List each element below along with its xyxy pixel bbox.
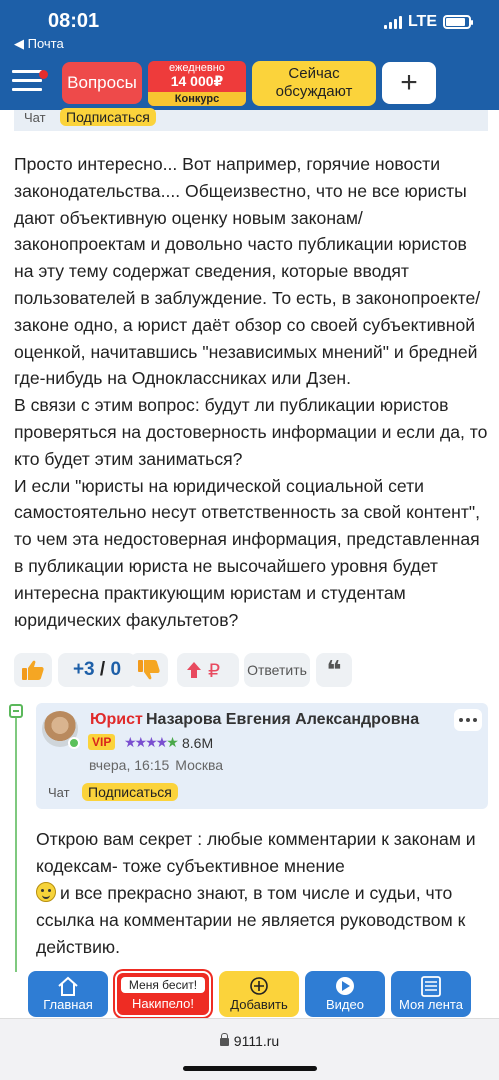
url-text: 9111.ru	[233, 1033, 280, 1049]
more-options-icon[interactable]	[454, 709, 482, 731]
question-body: Просто интересно... Вот например, горячи…	[14, 151, 490, 633]
nav-annoyed-bottom: Накипело!	[132, 996, 194, 1011]
nav-annoyed[interactable]: Меня бесит! Накипело!	[115, 971, 211, 1017]
status-icons: LTE	[383, 13, 473, 31]
comment-body: Открою вам секрет : любые комментарии к …	[36, 826, 496, 961]
nav-video[interactable]: Видео	[305, 971, 385, 1017]
vote-minus-count: 0	[110, 659, 122, 680]
svg-text:₽: ₽	[208, 660, 220, 680]
nav-home-label: Главная	[43, 997, 93, 1012]
nav-add-label: Добавить	[230, 997, 288, 1012]
clock: 08:01	[48, 10, 100, 32]
question-paragraph: Просто интересно... Вот например, горячи…	[14, 154, 481, 389]
status-bar: 08:01 ◀ Почта LTE	[0, 0, 499, 56]
menu-icon[interactable]	[12, 70, 42, 94]
home-indicator	[183, 1066, 317, 1071]
thumbs-down-icon	[138, 660, 160, 680]
comment-text-part2: и все прекрасно знают, в том числе и суд…	[36, 883, 466, 957]
half-star: ★	[166, 734, 178, 750]
promote-ruble-icon: ₽	[187, 660, 220, 680]
subscribe-button[interactable]: Подписаться	[82, 783, 178, 801]
reply-label: Ответить	[247, 662, 307, 678]
rating-stars-icon: ★★★★★	[124, 734, 179, 751]
vote-separator: /	[99, 659, 106, 680]
contest-banner[interactable]: ежедневно 14 000₽ Конкурс	[148, 61, 246, 106]
network-type: LTE	[407, 13, 437, 30]
collapse-thread-icon[interactable]	[9, 704, 23, 718]
battery-icon	[443, 15, 473, 29]
vote-bar: +3 / 0 ₽ Ответить ❝	[14, 653, 490, 687]
discussing-now-button[interactable]: Сейчас обсуждают	[252, 61, 376, 106]
feed-icon	[421, 976, 441, 997]
quote-icon: ❝	[326, 654, 342, 685]
contest-amount: 14 000₽	[170, 73, 224, 89]
nav-video-label: Видео	[326, 997, 364, 1012]
question-paragraph: В связи с этим вопрос: будут ли публикац…	[14, 395, 488, 469]
comment-author-card: Юрист Назарова Евгения Александровна VIP…	[36, 703, 488, 809]
chat-link[interactable]: Чат	[48, 785, 70, 800]
author-name[interactable]: Назарова Евгения Александровна	[146, 711, 419, 729]
online-status-icon	[68, 737, 80, 749]
comment-author-actions: Чат Подписаться	[36, 779, 488, 809]
quote-button[interactable]: ❝	[316, 653, 352, 687]
back-to-mail-link[interactable]: ◀ Почта	[14, 36, 64, 52]
comment-time: вчера, 16:15	[89, 757, 170, 773]
reply-button[interactable]: Ответить	[244, 653, 310, 687]
full-stars: ★★★★	[124, 734, 168, 750]
home-icon	[58, 976, 78, 996]
subscribe-button[interactable]: Подписаться	[60, 108, 156, 126]
lock-icon	[219, 1033, 229, 1046]
discuss-line-2: обсуждают	[275, 83, 353, 100]
notification-dot	[39, 70, 48, 79]
like-button[interactable]	[14, 653, 52, 687]
nav-feed-label: Моя лента	[399, 997, 463, 1012]
signal-icon	[383, 15, 402, 29]
dislike-button[interactable]	[130, 653, 168, 687]
add-button[interactable]: +	[382, 62, 436, 104]
vip-badge: VIP	[88, 734, 116, 750]
nav-feed[interactable]: Моя лента	[391, 971, 471, 1017]
vote-score: +3 / 0	[58, 653, 136, 687]
chat-link[interactable]: Чат	[24, 110, 46, 125]
question-paragraph: И если "юристы на юридической социальной…	[14, 475, 481, 630]
comment-meta: вчера, 16:15 Москва	[89, 757, 223, 773]
nav-home[interactable]: Главная	[28, 971, 108, 1017]
promote-button[interactable]: ₽	[177, 653, 239, 687]
smiley-icon	[36, 882, 56, 902]
vote-plus-count: +3	[72, 659, 95, 680]
thread-line	[15, 712, 17, 972]
comment-text-part1: Открою вам секрет : любые комментарии к …	[36, 829, 476, 876]
question-author-actions: Чат Подписаться	[14, 108, 488, 131]
contest-label: Конкурс	[148, 92, 246, 106]
bottom-nav: Главная Меня бесит! Накипело! Добавить В…	[18, 966, 481, 1018]
author-city: Москва	[175, 757, 224, 773]
author-role: Юрист	[90, 711, 143, 728]
thumbs-up-icon	[22, 660, 44, 680]
rating-value: 8.6M	[182, 735, 214, 751]
nav-add[interactable]: Добавить	[219, 971, 299, 1017]
play-icon	[336, 977, 354, 995]
discuss-line-1: Сейчас	[288, 65, 340, 82]
questions-button[interactable]: Вопросы	[62, 62, 142, 104]
add-circle-icon	[250, 977, 268, 995]
nav-annoyed-top: Меня бесит!	[121, 977, 205, 993]
